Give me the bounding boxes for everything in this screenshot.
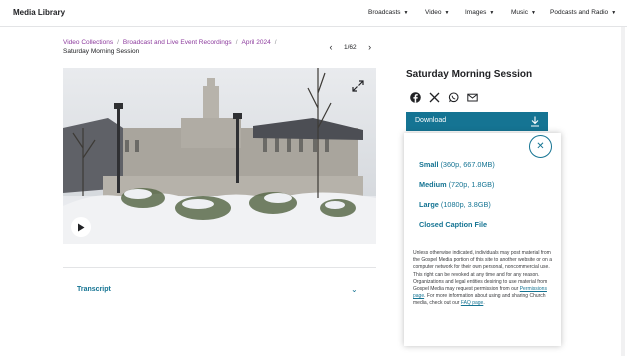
faq-link[interactable]: FAQ page [461,300,484,306]
transcript-label: Transcript [77,286,111,293]
breadcrumb-separator: / [235,39,238,46]
breadcrumb-separator: / [117,39,119,46]
x-icon[interactable] [429,90,440,103]
next-icon[interactable]: › [365,42,375,52]
chevron-down-icon: ⌄ [351,285,358,294]
play-icon [78,223,85,231]
brand-logo[interactable]: Media Library [13,8,65,17]
close-button[interactable]: ✕ [529,135,552,158]
caret-down-icon: ▼ [403,10,409,16]
usage-notice: Unless otherwise indicated, individuals … [413,250,552,307]
breadcrumb-current: Saturday Morning Session [63,48,140,55]
caret-down-icon: ▼ [444,10,450,16]
download-button[interactable]: Download [406,112,548,131]
play-button[interactable] [71,217,91,237]
top-navigation: Media Library Broadcasts ▼ Video ▼ Images ▼… [0,0,627,27]
nav-images[interactable]: Images ▼ [465,9,494,16]
breadcrumb: Video Collections / Broadcast and Live Eve… [63,39,281,46]
facebook-icon[interactable] [410,90,421,103]
scrollbar[interactable] [621,27,625,356]
nav-podcasts-radio[interactable]: Podcasts and Radio ▼ [550,9,616,16]
transcript-accordion[interactable]: Transcript ⌄ [63,268,376,313]
download-label: Download [415,117,447,124]
pager: ‹ 1/62 › [326,42,375,52]
download-option-large[interactable]: Large (1080p, 3.8GB) [419,200,491,209]
breadcrumb-separator: / [274,39,277,46]
snowy-building-image [63,68,376,244]
nav-broadcasts[interactable]: Broadcasts ▼ [368,9,408,16]
video-thumbnail[interactable] [63,68,376,244]
download-option-captions[interactable]: Closed Caption File [419,220,487,229]
breadcrumb-link[interactable]: Video Collections [63,39,113,46]
breadcrumb-link[interactable]: Broadcast and Live Event Recordings [123,39,232,46]
previous-icon[interactable]: ‹ [326,42,336,52]
expand-icon[interactable] [352,80,364,92]
download-option-small[interactable]: Small (360p, 667.0MB) [419,160,495,169]
email-icon[interactable] [467,90,478,102]
download-icon [531,116,539,127]
caret-down-icon: ▼ [530,10,536,16]
caret-down-icon: ▼ [611,10,617,16]
pager-count: 1/62 [344,43,357,51]
caret-down-icon: ▼ [489,10,495,16]
nav-video[interactable]: Video ▼ [425,9,449,16]
nav-music[interactable]: Music ▼ [511,9,536,16]
download-option-medium[interactable]: Medium (720p, 1.8GB) [419,180,494,189]
whatsapp-icon[interactable] [448,90,459,103]
share-icons [410,90,478,103]
close-icon: ✕ [536,141,545,152]
media-title: Saturday Morning Session [406,69,533,80]
breadcrumb-link[interactable]: April 2024 [242,39,271,46]
